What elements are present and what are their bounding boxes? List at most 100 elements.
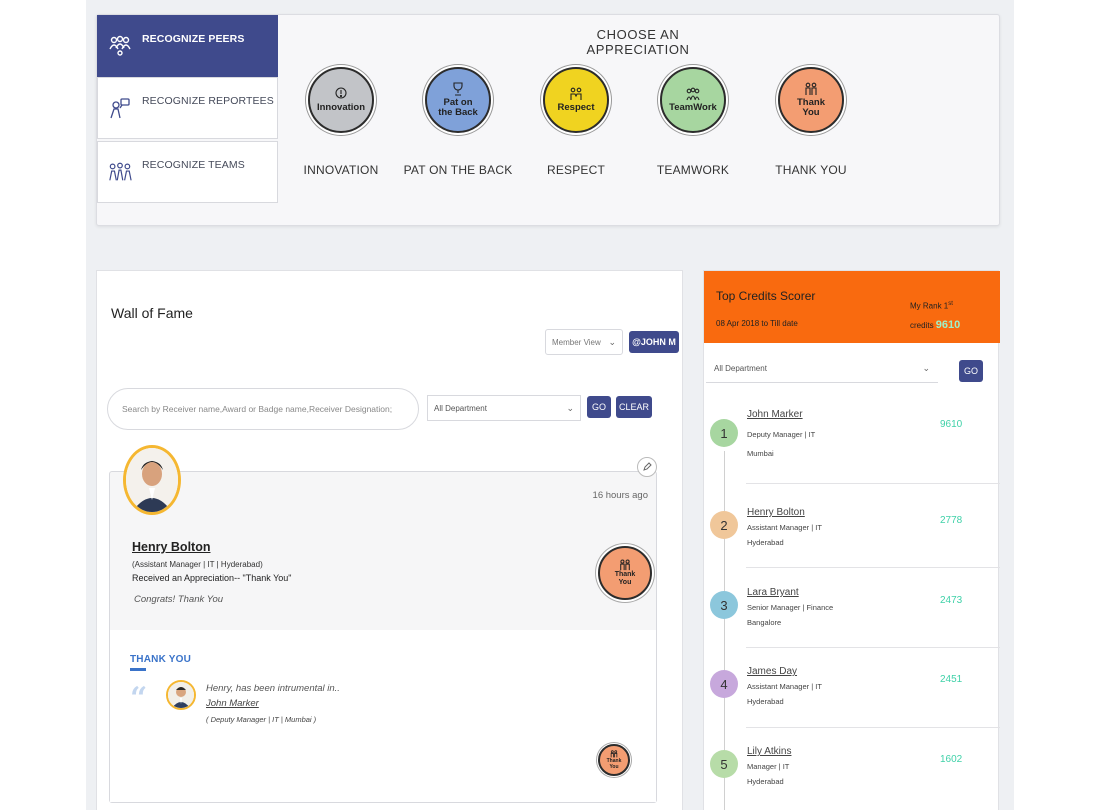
department-value: All Department [714, 364, 767, 373]
teams-icon [108, 160, 132, 184]
tab-recognize-teams[interactable]: RECOGNIZE TEAMS [97, 141, 278, 203]
scorer-designation: Deputy Manager | IT [747, 430, 816, 439]
badge-circle: Respect [543, 67, 609, 133]
handshake-icon [570, 87, 582, 100]
avatar [166, 680, 196, 710]
people-icon [610, 750, 618, 758]
badge-text: TeamWork [669, 102, 717, 113]
appreciation-panel: RECOGNIZE PEERS RECOGNIZE REPORTEES RECO… [96, 14, 1000, 226]
row-divider [746, 567, 1000, 568]
scorer-city: Hyderabad [747, 697, 784, 706]
badge-innovation[interactable]: Innovation INNOVATION [286, 67, 396, 177]
credits-title: Top Credits Scorer [716, 289, 816, 303]
trophy-icon [453, 82, 463, 96]
scorer-credits: 2451 [940, 674, 963, 685]
peers-icon [108, 34, 132, 58]
comment-tab-underline [130, 668, 146, 671]
clear-button[interactable]: CLEAR [616, 396, 652, 418]
tab-recognize-reportees[interactable]: RECOGNIZE REPORTEES [97, 77, 278, 139]
member-view-value: Member View [552, 337, 601, 347]
scorer-designation: Assistant Manager | IT [747, 682, 822, 691]
recognize-tabs: RECOGNIZE PEERS RECOGNIZE REPORTEES RECO… [97, 15, 279, 205]
comment-tab-thank-you[interactable]: THANK YOU [130, 654, 191, 665]
member-view-select[interactable]: Member View ⌄ [545, 329, 623, 355]
post-time: 16 hours ago [592, 490, 648, 501]
comment-designation: ( Deputy Manager | IT | Mumbai ) [206, 715, 317, 724]
scorer-name[interactable]: Lily Atkins [747, 746, 791, 757]
department-select[interactable]: All Department ⌄ [427, 395, 581, 421]
group-icon [686, 87, 700, 101]
tab-label: RECOGNIZE PEERS [142, 33, 245, 45]
scorer-city: Mumbai [747, 449, 774, 458]
credits-dates: 08 Apr 2018 to Till date [716, 319, 798, 328]
tab-recognize-peers[interactable]: RECOGNIZE PEERS [97, 15, 278, 77]
badge-label: INNOVATION [303, 163, 379, 177]
chevron-down-icon: ⌄ [608, 336, 616, 347]
my-rank-label: My Rank [910, 301, 942, 311]
badge-text: Thank You [606, 758, 622, 770]
scorer-city: Bangalore [747, 618, 782, 627]
credits-value: 9610 [935, 319, 961, 331]
badge-teamwork[interactable]: TeamWork TEAMWORK [638, 67, 748, 177]
badge-circle: Pat on the Back [425, 67, 491, 133]
badge-circle: TeamWork [660, 67, 726, 133]
badge-circle: Innovation [308, 67, 374, 133]
row-divider [746, 647, 1000, 648]
people-icon [805, 82, 817, 95]
people-icon [620, 559, 630, 571]
avatar [123, 445, 181, 515]
comment-text: Henry, has been intrumental in.. [206, 683, 340, 694]
credits-department-select[interactable]: All Department ⌄ [706, 355, 938, 383]
comment-author[interactable]: John Marker [206, 698, 259, 709]
badge-circle: Thank You [778, 67, 844, 133]
comment-badge-thank-you: Thank You [598, 744, 630, 776]
badge-label: THANK YOU [775, 163, 847, 177]
top-credits-panel: Top Credits Scorer 08 Apr 2018 to Till d… [703, 270, 1000, 810]
row-divider [746, 483, 1000, 484]
scorer-credits: 2778 [940, 515, 963, 526]
row-divider [746, 727, 1000, 728]
go-button[interactable]: GO [587, 396, 611, 418]
edit-icon[interactable] [637, 457, 657, 477]
badge-label: PAT ON THE BACK [403, 163, 513, 177]
chevron-down-icon: ⌄ [566, 402, 574, 413]
tab-label: RECOGNIZE REPORTEES [142, 95, 274, 107]
scorer-name[interactable]: John Marker [747, 409, 803, 420]
post-recipient-name[interactable]: Henry Bolton [132, 540, 210, 554]
post-description: Received an Appreciation-- "Thank You" [132, 573, 292, 583]
department-value: All Department [434, 403, 487, 413]
badge-pat-on-the-back[interactable]: Pat on the Back PAT ON THE BACK [403, 67, 513, 177]
john-m-button[interactable]: @JOHN M [629, 331, 679, 353]
badge-text: Respect [557, 102, 595, 113]
scorer-designation: Senior Manager | Finance [747, 603, 834, 612]
lightbulb-icon [335, 87, 347, 99]
scorer-designation: Manager | IT [747, 762, 790, 771]
post-card: 16 hours ago Henry Bolton (Assistant Man… [109, 471, 657, 803]
my-rank: My Rank 1st [910, 301, 953, 311]
credits-header: Top Credits Scorer 08 Apr 2018 to Till d… [704, 271, 1000, 343]
badge-label: TEAMWORK [656, 163, 730, 177]
credits-go-button[interactable]: GO [959, 360, 983, 382]
badge-text: Innovation [316, 102, 366, 113]
scorer-credits: 9610 [940, 419, 963, 430]
scorer-name[interactable]: Lara Bryant [747, 587, 799, 598]
my-credits: credits 9610 [910, 319, 960, 331]
rank-badge: 5 [710, 750, 738, 778]
reportees-icon [108, 96, 132, 120]
scorer-name[interactable]: Henry Bolton [747, 507, 805, 518]
quote-icon: “ [130, 681, 148, 716]
rank-badge: 2 [710, 511, 738, 539]
scorer-credits: 2473 [940, 595, 963, 606]
badge-thank-you[interactable]: Thank You THANK YOU [756, 67, 866, 177]
scorer-city: Hyderabad [747, 538, 784, 547]
comment-area: THANK YOU “ Henry, has been intrumental … [110, 630, 656, 802]
rank-badge: 1 [710, 419, 738, 447]
badge-label: RESPECT [546, 163, 606, 177]
post-badge-thank-you: Thank You [598, 546, 652, 600]
scorer-name[interactable]: James Day [747, 666, 797, 677]
search-input[interactable]: Search by Receiver name,Award or Badge n… [107, 388, 419, 430]
choose-appreciation-title: CHOOSE AN APPRECIATION [586, 27, 690, 57]
badge-respect[interactable]: Respect RESPECT [521, 67, 631, 177]
credits-label: credits [910, 321, 934, 330]
badge-text: Thank You [797, 97, 825, 118]
